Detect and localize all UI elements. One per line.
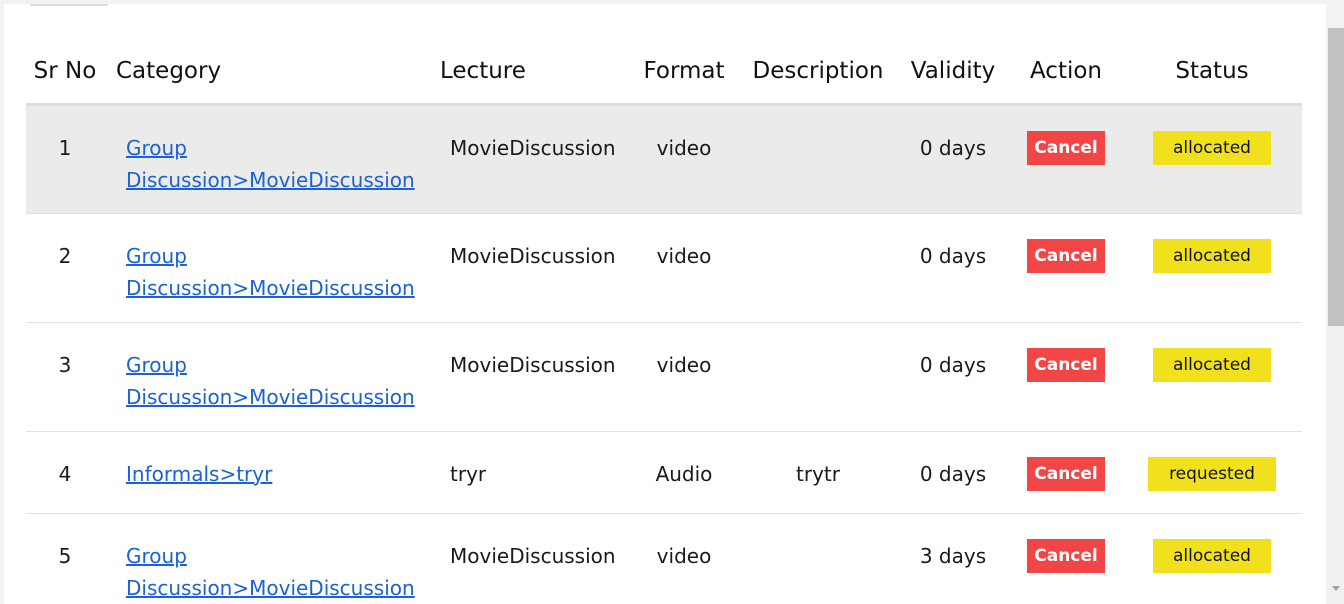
cancel-button[interactable]: Cancel bbox=[1027, 347, 1105, 382]
row-sr-no: 2 bbox=[26, 213, 104, 323]
status-badge: allocated bbox=[1153, 538, 1271, 573]
content-panel: Sr No Category Lecture Format Descriptio… bbox=[4, 4, 1326, 604]
row-action-cell: Cancel bbox=[1010, 104, 1122, 214]
header-status: Status bbox=[1122, 20, 1302, 106]
row-lecture: MovieDiscussion bbox=[440, 513, 628, 604]
row-lecture: tryr bbox=[440, 431, 628, 514]
row-lecture: MovieDiscussion bbox=[440, 104, 628, 214]
row-category-cell: Group Discussion>MovieDiscussion bbox=[104, 104, 440, 214]
header-format: Format bbox=[628, 20, 740, 106]
row-sr-no: 3 bbox=[26, 322, 104, 432]
row-format: video bbox=[628, 322, 740, 432]
requests-table: Sr No Category Lecture Format Descriptio… bbox=[26, 20, 1302, 604]
row-format: video bbox=[628, 513, 740, 604]
row-category-cell: Group Discussion>MovieDiscussion bbox=[104, 213, 440, 323]
table-row: 4 Informals>tryr tryr Audio trytr 0 days… bbox=[26, 431, 1302, 514]
top-tab-edge bbox=[30, 4, 108, 6]
header-lecture: Lecture bbox=[440, 20, 628, 106]
row-description bbox=[740, 213, 896, 323]
row-sr-no: 4 bbox=[26, 431, 104, 514]
table-row: 2 Group Discussion>MovieDiscussion Movie… bbox=[26, 213, 1302, 323]
status-badge: requested bbox=[1148, 456, 1276, 491]
table-row: 5 Group Discussion>MovieDiscussion Movie… bbox=[26, 513, 1302, 604]
row-status-cell: allocated bbox=[1122, 322, 1302, 432]
row-status-cell: allocated bbox=[1122, 513, 1302, 604]
header-validity: Validity bbox=[896, 20, 1010, 106]
row-lecture: MovieDiscussion bbox=[440, 322, 628, 432]
row-status-cell: requested bbox=[1122, 431, 1302, 514]
table-row: 3 Group Discussion>MovieDiscussion Movie… bbox=[26, 322, 1302, 432]
row-validity: 0 days bbox=[896, 322, 1010, 432]
row-description bbox=[740, 322, 896, 432]
row-description: trytr bbox=[740, 431, 896, 514]
row-validity: 0 days bbox=[896, 431, 1010, 514]
row-category-cell: Group Discussion>MovieDiscussion bbox=[104, 322, 440, 432]
cancel-button[interactable]: Cancel bbox=[1027, 130, 1105, 165]
row-description bbox=[740, 104, 896, 214]
status-badge: allocated bbox=[1153, 347, 1271, 382]
row-action-cell: Cancel bbox=[1010, 431, 1122, 514]
row-format: video bbox=[628, 104, 740, 214]
category-link[interactable]: Group Discussion>MovieDiscussion bbox=[126, 544, 415, 600]
scrollbar-thumb[interactable] bbox=[1328, 28, 1344, 326]
chevron-down-icon[interactable] bbox=[1332, 586, 1340, 591]
row-description bbox=[740, 513, 896, 604]
row-format: video bbox=[628, 213, 740, 323]
category-link[interactable]: Group Discussion>MovieDiscussion bbox=[126, 353, 415, 409]
row-action-cell: Cancel bbox=[1010, 322, 1122, 432]
header-sr-no: Sr No bbox=[26, 20, 104, 106]
header-category: Category bbox=[104, 20, 440, 106]
cancel-button[interactable]: Cancel bbox=[1027, 238, 1105, 273]
status-badge: allocated bbox=[1153, 238, 1271, 273]
row-action-cell: Cancel bbox=[1010, 513, 1122, 604]
cancel-button[interactable]: Cancel bbox=[1027, 456, 1105, 491]
row-status-cell: allocated bbox=[1122, 104, 1302, 214]
row-action-cell: Cancel bbox=[1010, 213, 1122, 323]
header-description: Description bbox=[740, 20, 896, 106]
row-sr-no: 1 bbox=[26, 104, 104, 214]
cancel-button[interactable]: Cancel bbox=[1027, 538, 1105, 573]
row-category-cell: Group Discussion>MovieDiscussion bbox=[104, 513, 440, 604]
row-category-cell: Informals>tryr bbox=[104, 431, 440, 514]
row-status-cell: allocated bbox=[1122, 213, 1302, 323]
category-link[interactable]: Group Discussion>MovieDiscussion bbox=[126, 244, 415, 300]
row-validity: 3 days bbox=[896, 513, 1010, 604]
header-action: Action bbox=[1010, 20, 1122, 106]
status-badge: allocated bbox=[1153, 130, 1271, 165]
row-validity: 0 days bbox=[896, 213, 1010, 323]
row-lecture: MovieDiscussion bbox=[440, 213, 628, 323]
row-format: Audio bbox=[628, 431, 740, 514]
category-link[interactable]: Group Discussion>MovieDiscussion bbox=[126, 136, 415, 192]
row-validity: 0 days bbox=[896, 104, 1010, 214]
table-header-row: Sr No Category Lecture Format Descriptio… bbox=[26, 20, 1302, 106]
row-sr-no: 5 bbox=[26, 513, 104, 604]
table-row: 1 Group Discussion>MovieDiscussion Movie… bbox=[26, 104, 1302, 214]
category-link[interactable]: Informals>tryr bbox=[126, 462, 272, 486]
